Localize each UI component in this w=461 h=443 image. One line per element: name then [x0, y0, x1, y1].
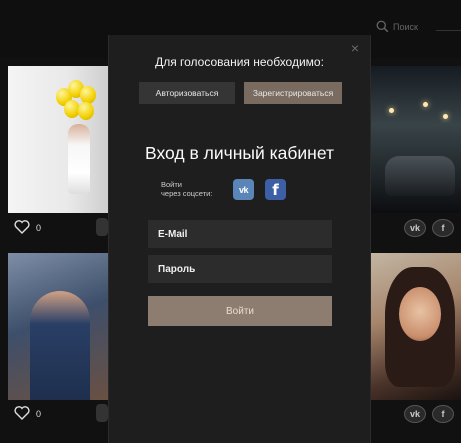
- like-count: 0: [36, 409, 42, 419]
- social-login-label: Войти через соцсети:: [161, 180, 212, 198]
- tile-actions: 0: [14, 402, 41, 426]
- photo-subject: [385, 156, 455, 196]
- photo-subject: [30, 291, 90, 400]
- facebook-login-icon[interactable]: f: [265, 179, 286, 200]
- search-icon: [376, 20, 389, 33]
- facebook-share-icon[interactable]: f: [432, 219, 454, 237]
- balloons-image: [56, 80, 100, 122]
- tile-actions: 0: [14, 216, 41, 240]
- photo-tile[interactable]: [8, 66, 108, 213]
- search-underline: [436, 30, 461, 31]
- register-tab-button[interactable]: Зарегистрироваться: [244, 82, 342, 104]
- vk-login-icon[interactable]: vk: [233, 179, 254, 200]
- close-icon[interactable]: ×: [348, 41, 362, 55]
- photo-subject: [399, 287, 441, 341]
- search-label: Поиск: [393, 21, 418, 32]
- password-field[interactable]: Пароль: [148, 255, 332, 283]
- like-heart-icon[interactable]: [14, 220, 30, 236]
- photo-subject: [68, 124, 90, 194]
- login-title: Вход в личный кабинет: [145, 143, 334, 163]
- social-label-line: через соцсети:: [161, 189, 213, 198]
- like-count: 0: [36, 223, 42, 233]
- login-submit-button[interactable]: Войти: [148, 296, 332, 326]
- login-modal: × Для голосования необходимо: Авторизова…: [108, 35, 371, 443]
- like-heart-icon[interactable]: [14, 406, 30, 422]
- tile-share-actions: vk f: [404, 402, 454, 426]
- photo-tile[interactable]: [8, 253, 108, 400]
- photo-tile[interactable]: [371, 253, 461, 400]
- share-chip[interactable]: [96, 404, 108, 422]
- vk-share-icon[interactable]: vk: [404, 219, 426, 237]
- search[interactable]: Поиск: [376, 20, 418, 33]
- email-field[interactable]: E-Mail: [148, 220, 332, 248]
- share-chip[interactable]: [96, 218, 108, 236]
- login-tab-button[interactable]: Авторизоваться: [139, 82, 235, 104]
- vote-requirement-title: Для голосования необходимо:: [155, 55, 324, 69]
- social-label-line: Войти: [161, 180, 182, 189]
- vk-share-icon[interactable]: vk: [404, 405, 426, 423]
- facebook-share-icon[interactable]: f: [432, 405, 454, 423]
- photo-tile[interactable]: [371, 66, 461, 213]
- tile-share-actions: vk f: [404, 216, 454, 240]
